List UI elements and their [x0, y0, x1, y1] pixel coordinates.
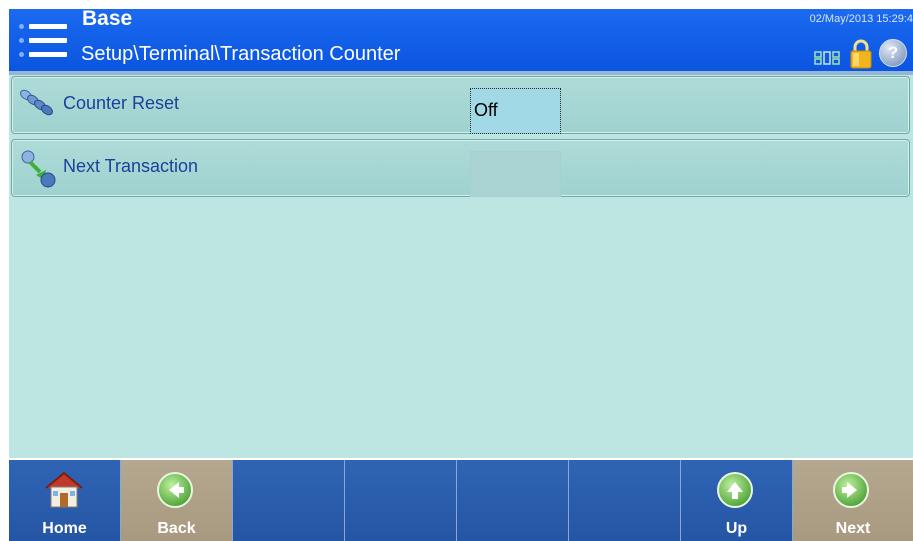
softkey-5[interactable]: [457, 460, 569, 541]
scale-status-icon: [814, 51, 840, 65]
counter-reset-label: Counter Reset: [63, 93, 180, 113]
help-icon[interactable]: ?: [879, 39, 907, 67]
breadcrumb: Setup\Terminal\Transaction Counter: [81, 43, 401, 65]
menu-icon[interactable]: [17, 19, 67, 63]
next-transaction-row[interactable]: Next Transaction 1: [11, 139, 910, 197]
header-bar: Base Setup\Terminal\Transaction Counter …: [9, 9, 913, 71]
next-label: Next: [835, 520, 871, 537]
next-softkey[interactable]: Next: [793, 460, 913, 541]
datetime-display: 02/May/2013 15:29:4: [809, 13, 913, 25]
lock-icon: [850, 39, 872, 69]
next-transaction-label: Next Transaction: [63, 156, 199, 176]
back-arrow-icon: [157, 472, 193, 508]
up-arrow-icon: [717, 472, 753, 508]
back-label: Back: [157, 520, 196, 537]
next-arrow-icon: [833, 472, 869, 508]
softkey-bar: Home Back Up Next: [9, 458, 913, 541]
home-label: Home: [42, 520, 87, 537]
counter-reset-row[interactable]: Counter Reset Off: [11, 76, 910, 134]
back-softkey[interactable]: Back: [121, 460, 233, 541]
header-divider: [9, 71, 913, 75]
up-label: Up: [725, 520, 748, 537]
softkey-6[interactable]: [569, 460, 681, 541]
counter-reset-icon: [20, 89, 53, 116]
up-softkey[interactable]: Up: [681, 460, 793, 541]
page-title: Base: [82, 9, 133, 30]
next-transaction-icon: [21, 150, 56, 188]
next-transaction-input: 1: [470, 151, 561, 197]
softkey-3[interactable]: [233, 460, 345, 541]
counter-reset-select[interactable]: Off: [470, 88, 561, 134]
softkey-4[interactable]: [345, 460, 457, 541]
home-icon: [45, 471, 83, 508]
terminal-screen: Base Setup\Terminal\Transaction Counter …: [9, 9, 913, 541]
home-softkey[interactable]: Home: [9, 460, 121, 541]
